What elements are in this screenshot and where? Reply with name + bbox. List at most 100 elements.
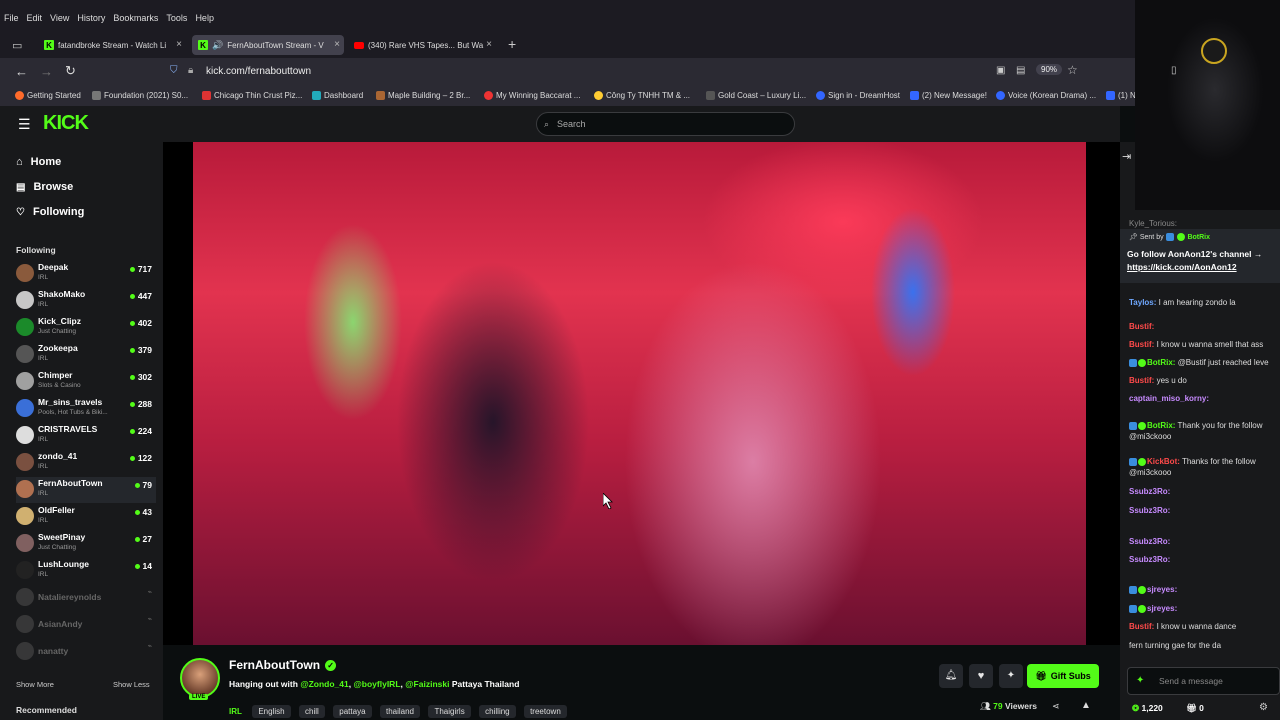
following-channel-item[interactable]: Mr_sins_travels Pools, Hot Tubs & Biki...…	[16, 396, 156, 422]
chat-username[interactable]: sjreyes:	[1147, 585, 1177, 594]
show-more-button[interactable]: Show More	[16, 680, 54, 689]
following-channel-item[interactable]: Deepak IRL 717	[16, 261, 156, 287]
gifts-display[interactable]: 🎁︎ 0	[1186, 703, 1204, 714]
nav-home[interactable]: ⌂ Home	[16, 156, 61, 168]
category-link[interactable]: IRL	[229, 707, 242, 716]
chat-username[interactable]: Ssubz3Ro:	[1129, 537, 1170, 546]
pinned-link[interactable]: https://kick.com/AonAon12	[1127, 262, 1237, 272]
notification-bell-icon[interactable]: 🔔︎	[939, 664, 963, 688]
tab-fernabouttown[interactable]: K 🔊 FernAboutTown Stream - V ×	[192, 35, 344, 55]
tab-youtube-vhs[interactable]: (340) Rare VHS Tapes... But Wa ×	[348, 35, 496, 55]
menu-file[interactable]: File	[4, 13, 19, 23]
chat-username[interactable]: captain_miso_korny:	[1129, 394, 1209, 403]
close-tab-icon[interactable]: ×	[334, 39, 340, 50]
chat-input[interactable]: ✦ Send a message	[1127, 667, 1280, 695]
bookmark-item[interactable]: Maple Building – 2 Br...	[376, 91, 470, 100]
tag-chip[interactable]: English	[252, 705, 291, 718]
reader-view-icon[interactable]: ▤	[1016, 65, 1025, 76]
hamburger-menu-icon[interactable]: ☰	[18, 116, 31, 133]
nav-following[interactable]: ♡ Following	[16, 206, 84, 218]
chat-username[interactable]: Ssubz3Ro:	[1129, 555, 1170, 564]
following-channel-item[interactable]: OldFeller IRL 43	[16, 504, 156, 530]
mention-link[interactable]: @boyflyIRL	[354, 679, 401, 689]
offline-channel-item[interactable]: AsianAndy ⌁	[16, 612, 156, 638]
star-icon[interactable]: ☆	[1067, 63, 1078, 77]
sidebar-toggle-icon[interactable]: ▯	[1171, 65, 1177, 76]
chat-username[interactable]: BotRix:	[1147, 358, 1175, 367]
shield-icon[interactable]: ⛉	[170, 65, 178, 76]
chat-username[interactable]: Bustif:	[1129, 376, 1154, 385]
bookmark-item[interactable]: Foundation (2021) S0...	[92, 91, 188, 100]
close-tab-icon[interactable]: ×	[176, 39, 182, 50]
bookmark-item[interactable]: (2) New Message!	[910, 91, 987, 100]
mention-link[interactable]: @Zondo_41	[300, 679, 348, 689]
following-channel-item[interactable]: zondo_41 IRL 122	[16, 450, 156, 476]
menu-edit[interactable]: Edit	[27, 13, 43, 23]
chat-username[interactable]: Taylos:	[1129, 298, 1156, 307]
tag-chip[interactable]: treetown	[524, 705, 567, 718]
gift-subs-button[interactable]: 🎁︎ Gift Subs	[1027, 664, 1099, 688]
menu-tools[interactable]: Tools	[166, 13, 187, 23]
offline-channel-item[interactable]: nanatty ⌁	[16, 639, 156, 665]
sparkle-icon[interactable]: ✦	[999, 664, 1023, 688]
search-input[interactable]: ⌕ Search	[536, 112, 795, 136]
report-icon[interactable]: ▲	[1081, 700, 1091, 711]
points-display[interactable]: ❂ 1,220	[1132, 703, 1163, 714]
lock-icon[interactable]: 🔒︎	[188, 65, 193, 76]
nav-browse[interactable]: ▤ Browse	[16, 181, 73, 193]
bookmark-item[interactable]: Sign in - DreamHost	[816, 91, 900, 100]
menu-view[interactable]: View	[50, 13, 69, 23]
back-arrow-icon[interactable]: ←	[15, 64, 28, 79]
bookmark-item[interactable]: Chicago Thin Crust Piz...	[202, 91, 302, 100]
tab-list-icon[interactable]: ▭	[12, 39, 22, 52]
url-text[interactable]: kick.com/fernabouttown	[206, 66, 311, 77]
following-channel-item[interactable]: FernAboutTown IRL 79	[16, 477, 156, 503]
show-less-button[interactable]: Show Less	[113, 680, 150, 689]
offline-channel-item[interactable]: Natalierey​nolds ⌁	[16, 585, 156, 611]
chat-username[interactable]: Ssubz3Ro:	[1129, 487, 1170, 496]
chat-username[interactable]: Bustif:	[1129, 622, 1154, 631]
tag-chip[interactable]: chill	[299, 705, 325, 718]
chat-settings-gear-icon[interactable]: ⚙	[1259, 702, 1268, 713]
new-tab-icon[interactable]: +	[508, 36, 516, 52]
tag-chip[interactable]: pattaya	[333, 705, 372, 718]
video-frame[interactable]	[193, 142, 1086, 645]
tag-chip[interactable]: Thaigirls	[428, 705, 471, 718]
following-channel-item[interactable]: CRISTRAVELS IRL 224	[16, 423, 156, 449]
bookmark-item[interactable]: My Winning Baccarat ...	[484, 91, 580, 100]
kick-logo[interactable]: KICK	[43, 112, 89, 135]
tab-fatandbroke[interactable]: K fatandbroke Stream - Watch Li ×	[38, 35, 186, 55]
mention-link[interactable]: @Faizinski	[405, 679, 449, 689]
tag-chip[interactable]: thailand	[379, 705, 421, 718]
chat-username[interactable]: Ssubz3Ro:	[1129, 506, 1170, 515]
video-player[interactable]	[163, 142, 1120, 645]
following-channel-item[interactable]: SweetPinay Just Chatting 27	[16, 531, 156, 557]
chat-username[interactable]: BotRix:	[1147, 421, 1175, 430]
bookmark-item[interactable]: Công Ty TNHH TM & ...	[594, 91, 690, 100]
following-channel-item[interactable]: ShakoMako IRL 447	[16, 288, 156, 314]
following-channel-item[interactable]: Chimper Slots & Casino 302	[16, 369, 156, 395]
following-channel-item[interactable]: Kick_Clipz Just Chatting 402	[16, 315, 156, 341]
chat-username[interactable]: Bustif:	[1129, 340, 1154, 349]
close-tab-icon[interactable]: ×	[486, 39, 492, 50]
heart-follow-icon[interactable]: ♥	[969, 664, 993, 688]
bookmark-item[interactable]: Dashboard	[312, 91, 363, 100]
zoom-level[interactable]: 90%	[1036, 64, 1063, 75]
bookmark-item[interactable]: Gold Coast – Luxury Li...	[706, 91, 806, 100]
collapse-chat-icon[interactable]: ⇥	[1122, 150, 1131, 163]
menu-bookmarks[interactable]: Bookmarks	[113, 13, 158, 23]
channel-name[interactable]: FernAboutTown	[229, 658, 320, 672]
following-channel-item[interactable]: LushLounge IRL 14	[16, 558, 156, 584]
url-bar[interactable]: ⛉ 🔒︎ kick.com/fernabouttown ▣ ▤ 90% ☆	[160, 62, 1090, 82]
bookmark-item[interactable]: Getting Started	[15, 91, 81, 100]
menu-history[interactable]: History	[77, 13, 105, 23]
following-channel-item[interactable]: Zookeepa IRL 379	[16, 342, 156, 368]
speaker-icon[interactable]: 🔊	[212, 40, 223, 51]
reload-icon[interactable]: ↻	[65, 63, 76, 79]
pinned-user[interactable]: BotRix	[1187, 234, 1210, 241]
forward-arrow-icon[interactable]: →	[40, 64, 53, 79]
share-icon[interactable]: ⋖	[1052, 701, 1060, 712]
tag-chip[interactable]: chilling	[479, 705, 516, 718]
chat-username[interactable]: Bustif:	[1129, 322, 1154, 331]
bookmark-item[interactable]: Voice (Korean Drama) ...	[996, 91, 1096, 100]
